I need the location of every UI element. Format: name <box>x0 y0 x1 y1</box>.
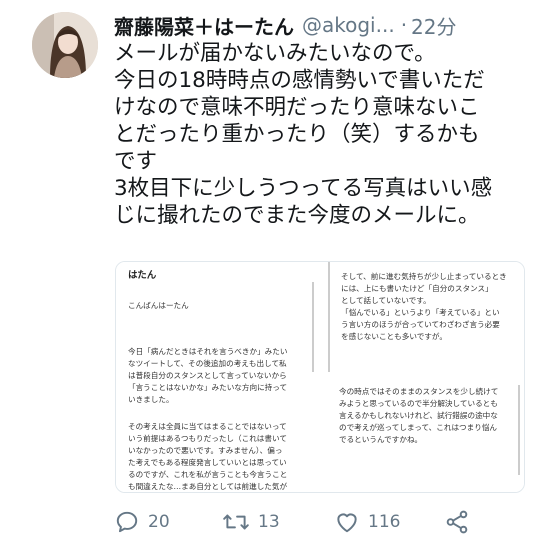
memo-greeting: こんばんはーたん <box>128 301 189 310</box>
memo-line: 言えるかもしれないけれど、試行錯誤の途中な <box>339 411 498 420</box>
tweet-timestamp[interactable]: 22分 <box>411 11 456 40</box>
memo-title: はたん <box>128 270 157 281</box>
memo-line: も間違えたな…まあ自分としては前進した気が <box>128 482 288 491</box>
scrollbar <box>518 385 520 475</box>
tweet-text-line: です <box>114 149 158 174</box>
heart-icon <box>337 513 357 533</box>
like-count: 116 <box>368 512 401 532</box>
memo-line: として話していないです。 <box>341 296 431 305</box>
tweet-text-line: メールが届かないみたいなので。 <box>114 41 436 66</box>
avatar[interactable] <box>32 12 98 78</box>
memo-line: 「言うことはないかな」みたいな方向に持って <box>128 383 288 392</box>
media-image-3[interactable]: 今の時点ではそのままのスタンスを少し続けて みようと思っているので半分解決してい… <box>321 379 524 492</box>
display-name[interactable]: 齋藤陽菜＋はーたん <box>114 11 294 40</box>
tweet-text-line: とだったり重かったり（笑）するかも <box>114 122 480 147</box>
memo-line: みようと思っているので半分解決しているとも <box>339 399 498 408</box>
like-button[interactable]: 116 <box>334 505 400 539</box>
memo-line: は普段自分のスタンスとして言っていないから <box>128 371 287 380</box>
share-icon <box>446 510 468 534</box>
separator-dot: · <box>400 13 408 37</box>
media-image-2[interactable]: そして、前に進む気持ちが少し止まっているとき には、上にも書いたけど「自分のスタ… <box>321 262 524 376</box>
memo-line: 今の時点ではそのままのスタンスを少し続けて <box>339 387 499 396</box>
tweet-text-line: 3枚目下に少しうつってる写真はいい感 <box>114 176 493 201</box>
memo-line: いう前提はあるつもりだったし（これは書いて <box>128 434 287 443</box>
scrollbar <box>328 262 330 372</box>
avatar-photo <box>32 12 98 78</box>
media-image-1[interactable]: はたん こんばんはーたん 今日「病んだときはそれを言うべきか」みたい なツイート… <box>116 262 319 492</box>
memo-line: いきました。 <box>128 395 174 404</box>
memo-line: そして、前に進む気持ちが少し止まっているとき <box>341 272 507 281</box>
memo-line: その考えは全員に当てはまることではないって <box>128 422 287 431</box>
memo-line: 今日「病んだときはそれを言うべきか」みたい <box>128 347 288 356</box>
reply-icon <box>116 511 138 533</box>
memo-line: でるというんですかね。 <box>339 435 423 444</box>
memo-line: う言い方のほうが合っていてわざわざ言う必要 <box>341 320 500 329</box>
retweet-count: 13 <box>258 512 280 532</box>
retweet-icon <box>223 514 249 530</box>
user-handle[interactable]: @akogi... <box>302 13 395 37</box>
retweet-button[interactable]: 13 <box>222 505 280 539</box>
tweet-body: メールが届かないみたいなので。 今日の18時時点の感情勢いで書いただ けなので意… <box>114 40 524 229</box>
memo-line: た考えでもある程度発言していいとは思ってい <box>128 458 287 467</box>
share-button[interactable] <box>444 505 470 539</box>
reply-count: 20 <box>148 512 170 532</box>
reply-button[interactable]: 20 <box>114 505 170 539</box>
tweet-text-line: 今日の18時時点の感情勢いで書いただ <box>114 68 485 93</box>
memo-line: には、上にも書いたけど「自分のスタンス」 <box>341 284 493 293</box>
memo-line: 「悩んでいる」というより「考えている」とい <box>341 308 500 317</box>
tweet-actions: 20 13 116 <box>114 505 534 539</box>
scrollbar <box>312 282 314 372</box>
tweet-text-line: じに撮れたのでまた今度のメールに。 <box>114 203 480 228</box>
memo-line: いなかったので悪いです。すみません）、偏っ <box>128 446 283 455</box>
memo-line: ので考えが巡ってしまって、これはつまり悩ん <box>339 423 498 432</box>
memo-line: るのですが、これを私が言うことも今言うこと <box>128 470 288 479</box>
tweet-media-grid[interactable]: はたん こんばんはーたん 今日「病んだときはそれを言うべきか」みたい なツイート… <box>115 261 525 493</box>
memo-line: を感じないことも多いですが。 <box>341 332 447 341</box>
tweet-text-line: けなので意味不明だったり意味ないこ <box>114 95 480 120</box>
memo-line: なツイートして、その後追加の考えも出して私 <box>128 359 287 368</box>
tweet-header: 齋藤陽菜＋はーたん @akogi... · 22分 <box>114 10 534 40</box>
